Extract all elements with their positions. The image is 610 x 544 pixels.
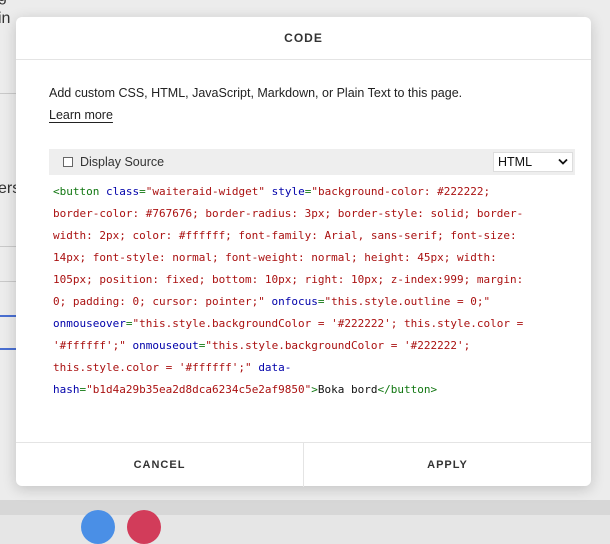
background-divider [0, 281, 16, 282]
background-divider [0, 93, 16, 94]
modal-footer: CANCEL APPLY [16, 442, 591, 487]
background-accent-line [0, 315, 16, 317]
code-token-string: "this.style.backgroundColor = '#222222'; [205, 339, 471, 352]
code-token-string: width: 2px; color: #ffffff; font-family:… [53, 229, 517, 242]
code-token-attribute: onmouseover [53, 317, 126, 330]
code-line: <button class="waiteraid-widget" style="… [53, 181, 571, 203]
code-line: 0; padding: 0; cursor: pointer;" onfocus… [53, 291, 571, 313]
code-token-string: "background-color: #222222; [311, 185, 491, 198]
code-token-attribute: class [105, 185, 140, 198]
code-token-tag: </button> [377, 383, 438, 396]
modal-title: CODE [16, 17, 591, 60]
code-line: hash="b1d4a29b35ea2d8dca6234c5e2af9850">… [53, 379, 571, 401]
code-token-string: this.style.color = '#ffffff';" [53, 361, 252, 374]
background-text-fragment: g [0, 0, 7, 6]
language-select-value: HTML [498, 155, 533, 169]
code-line: this.style.color = '#ffffff';" data- [53, 357, 571, 379]
code-line: border-color: #767676; border-radius: 3p… [53, 203, 571, 225]
code-toolbar: Display Source HTML [49, 149, 575, 175]
code-modal: CODE Add custom CSS, HTML, JavaScript, M… [16, 17, 591, 487]
cancel-button[interactable]: CANCEL [16, 443, 303, 487]
code-line: 14px; font-style: normal; font-weight: n… [53, 247, 571, 269]
code-editor[interactable]: <button class="waiteraid-widget" style="… [49, 175, 575, 425]
code-line: '#ffffff';" onmouseout="this.style.backg… [53, 335, 571, 357]
display-source-checkbox[interactable] [63, 157, 73, 167]
code-token-text: Boka bord [317, 383, 378, 396]
learn-more-link[interactable]: Learn more [49, 108, 113, 122]
code-token-string: "waiteraid-widget" [145, 185, 265, 198]
background-text-fragment: in [0, 10, 11, 27]
chevron-down-icon [558, 155, 568, 169]
code-token-attribute: data- [258, 361, 292, 374]
code-token-string: '#ffffff';" [53, 339, 126, 352]
code-token-string: 0; padding: 0; cursor: pointer;" [53, 295, 265, 308]
code-token-attribute: hash [53, 383, 80, 396]
modal-description: Add custom CSS, HTML, JavaScript, Markdo… [49, 86, 463, 100]
background-divider [0, 246, 16, 247]
code-line: 105px; position: fixed; bottom: 10px; ri… [53, 269, 571, 291]
code-token-tag: <button [53, 185, 106, 198]
code-line: onmouseover="this.style.backgroundColor … [53, 313, 571, 335]
code-token-string: 14px; font-style: normal; font-weight: n… [53, 251, 497, 264]
code-token-attribute: onfocus [271, 295, 318, 308]
code-token-attribute: onmouseout [132, 339, 199, 352]
code-token-string: "b1d4a29b35ea2d8dca6234c5e2af9850" [86, 383, 312, 396]
code-line: width: 2px; color: #ffffff; font-family:… [53, 225, 571, 247]
code-token-attribute: style [271, 185, 305, 198]
background-avatar-blue [81, 510, 115, 544]
code-token-tag: > [311, 383, 318, 396]
display-source-label: Display Source [80, 155, 165, 169]
code-token-tag: = [139, 185, 146, 198]
background-accent-line [0, 348, 16, 350]
code-token-string: border-color: #767676; border-radius: 3p… [53, 207, 524, 220]
code-token-string: 105px; position: fixed; bottom: 10px; ri… [53, 273, 524, 286]
display-source-toggle[interactable]: Display Source [63, 155, 164, 169]
code-token-tag: = [317, 295, 325, 308]
code-token-string: "this.style.outline = 0;" [324, 295, 491, 308]
background-avatar-red [127, 510, 161, 544]
language-select[interactable]: HTML [493, 152, 573, 172]
apply-button[interactable]: APPLY [303, 443, 591, 487]
code-token-string: "this.style.backgroundColor = '#222222';… [132, 317, 524, 330]
